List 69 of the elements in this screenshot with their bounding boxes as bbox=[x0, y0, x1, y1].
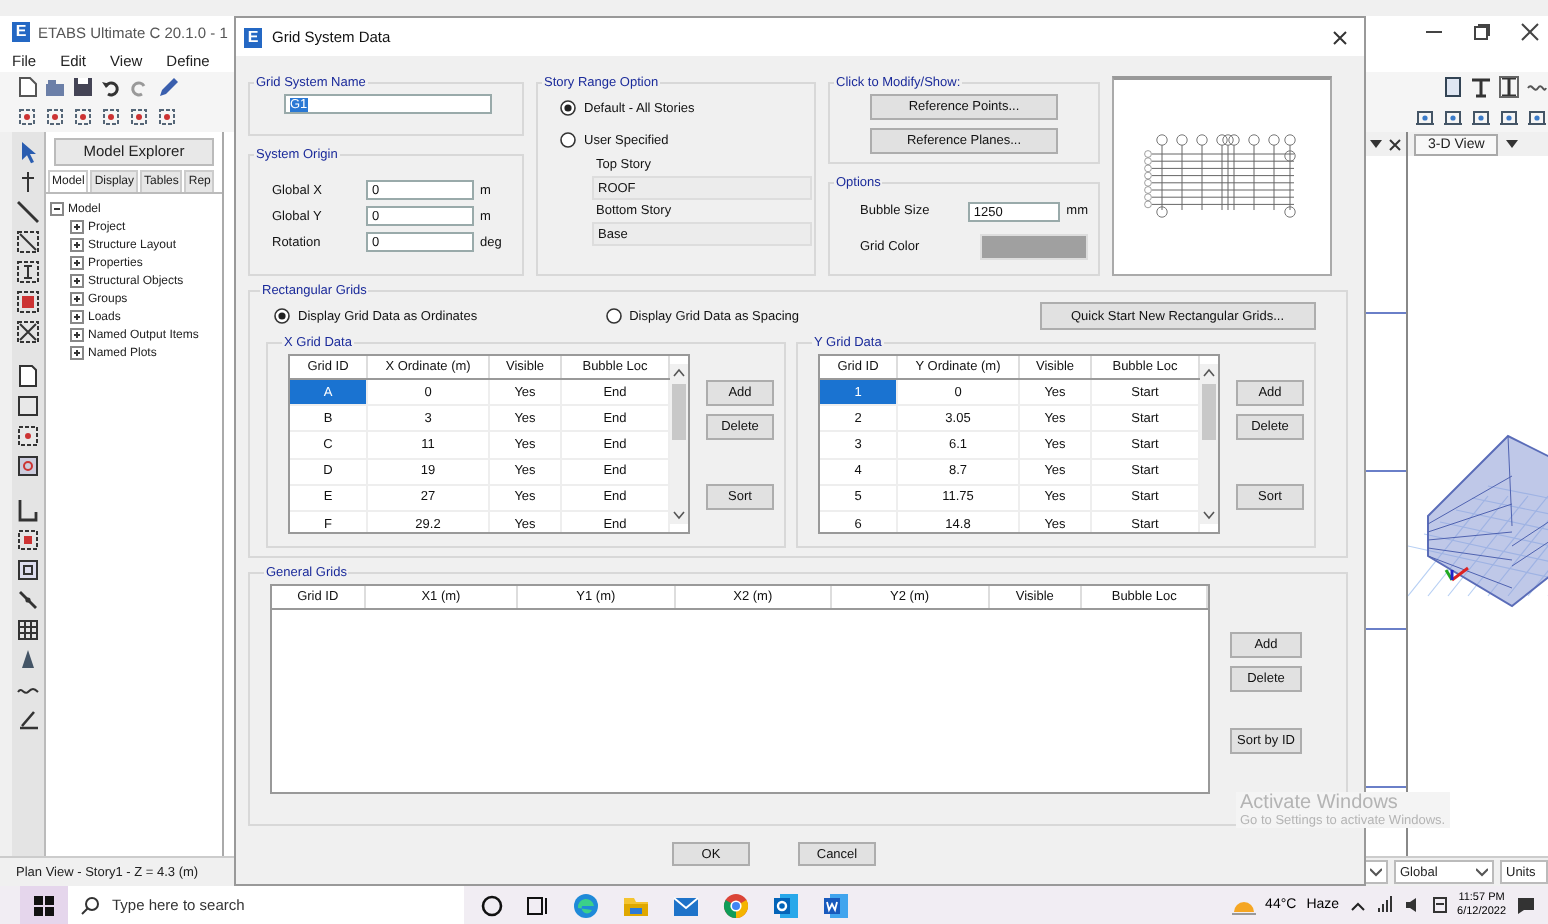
area-tool-icon[interactable] bbox=[16, 424, 40, 448]
pointer-icon[interactable] bbox=[16, 140, 40, 164]
chrome-icon[interactable] bbox=[722, 891, 750, 919]
radio-icon[interactable] bbox=[560, 132, 576, 148]
caret-icon[interactable] bbox=[1476, 866, 1488, 878]
object-tool-icon[interactable] bbox=[100, 106, 122, 128]
expand-icon[interactable] bbox=[70, 274, 84, 288]
frame-tool-icon[interactable] bbox=[1442, 106, 1464, 128]
expand-icon[interactable] bbox=[70, 310, 84, 324]
page-tool-icon[interactable] bbox=[16, 364, 40, 388]
watermark-title: Activate Windows bbox=[1240, 792, 1400, 814]
network-icon[interactable] bbox=[1375, 896, 1394, 914]
object-tool-icon[interactable] bbox=[16, 106, 38, 128]
expand-icon[interactable] bbox=[70, 328, 84, 342]
slab-tool-icon[interactable] bbox=[16, 394, 40, 418]
windows-logo-icon bbox=[34, 895, 54, 915]
radio-icon[interactable] bbox=[605, 308, 622, 324]
panel-icon[interactable] bbox=[1442, 76, 1464, 98]
expand-icon[interactable] bbox=[70, 220, 84, 234]
column-section-icon[interactable] bbox=[1498, 76, 1520, 98]
grid-tool-icon[interactable] bbox=[16, 618, 40, 642]
frame-tool-icon[interactable] bbox=[1526, 106, 1548, 128]
document-app-icon[interactable] bbox=[822, 891, 850, 919]
browser-icon[interactable] bbox=[572, 891, 600, 919]
expand-icon[interactable] bbox=[70, 238, 84, 252]
undo-icon[interactable] bbox=[100, 76, 122, 98]
frame-tool-icon[interactable] bbox=[1414, 106, 1436, 128]
color-swatch[interactable] bbox=[980, 233, 1088, 259]
circle-icon[interactable] bbox=[480, 893, 504, 917]
speaker-icon[interactable] bbox=[1403, 896, 1422, 914]
search-icon bbox=[80, 895, 100, 915]
keyboard-icon[interactable] bbox=[1431, 896, 1448, 914]
dialog-logo: E bbox=[244, 27, 262, 47]
frame-tool-icon[interactable] bbox=[1498, 106, 1520, 128]
caret-icon[interactable] bbox=[1506, 138, 1519, 150]
radio-icon[interactable] bbox=[274, 308, 290, 324]
collapse-icon[interactable] bbox=[50, 202, 64, 216]
cross-tool-icon[interactable] bbox=[16, 320, 40, 344]
object-tool-icon[interactable] bbox=[72, 106, 94, 128]
close-icon[interactable] bbox=[1520, 22, 1540, 42]
restore-icon[interactable] bbox=[1472, 22, 1492, 42]
dimension-tool-icon[interactable] bbox=[16, 708, 40, 732]
chevron-up-icon[interactable] bbox=[1349, 897, 1366, 913]
notification-icon[interactable] bbox=[1516, 895, 1536, 915]
object-tool-icon[interactable] bbox=[128, 106, 150, 128]
beam-section-icon[interactable] bbox=[1470, 76, 1492, 98]
object-tool-icon[interactable] bbox=[156, 106, 178, 128]
dropdown[interactable] bbox=[1364, 860, 1388, 884]
task-view-icon[interactable] bbox=[526, 893, 550, 917]
line-tool-icon[interactable] bbox=[16, 200, 40, 224]
start-button[interactable] bbox=[20, 886, 68, 924]
expand-icon[interactable] bbox=[70, 346, 84, 360]
object-tool-icon[interactable] bbox=[44, 106, 66, 128]
mail-app-icon[interactable] bbox=[772, 891, 800, 919]
new-file-icon[interactable] bbox=[16, 76, 38, 98]
radio-icon[interactable] bbox=[560, 100, 576, 116]
save-icon[interactable] bbox=[72, 76, 94, 98]
frame-tool-icon[interactable] bbox=[1470, 106, 1492, 128]
pencil-icon[interactable] bbox=[156, 76, 178, 98]
expand-icon[interactable] bbox=[70, 292, 84, 306]
caret-icon[interactable] bbox=[1370, 138, 1382, 150]
mail-icon[interactable] bbox=[672, 891, 700, 919]
corner-tool-icon[interactable] bbox=[16, 498, 40, 522]
caret-icon[interactable] bbox=[1370, 866, 1382, 878]
close-icon[interactable] bbox=[1388, 137, 1402, 151]
expand-icon[interactable] bbox=[70, 256, 84, 270]
app-logo: E bbox=[12, 22, 30, 42]
folder-icon[interactable] bbox=[44, 76, 66, 98]
close-icon[interactable] bbox=[1332, 29, 1348, 45]
